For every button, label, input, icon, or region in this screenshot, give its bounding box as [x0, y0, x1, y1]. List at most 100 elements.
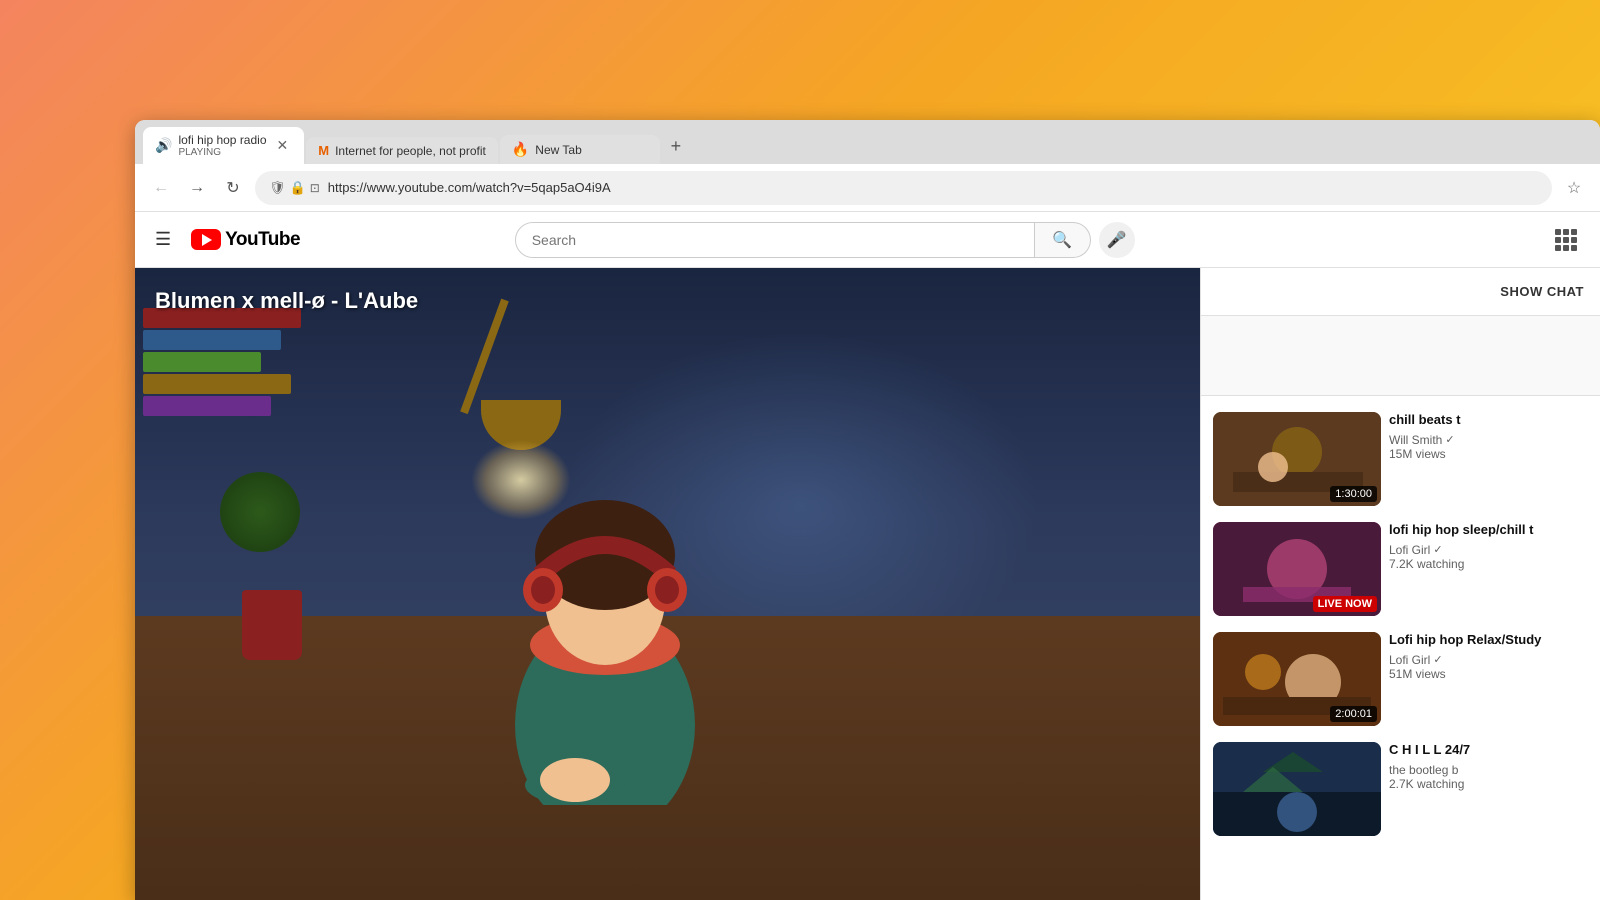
grid-dot-7 — [1555, 245, 1561, 251]
rec-4-title: C H I L L 24/7 — [1389, 742, 1588, 759]
show-chat-button[interactable]: SHOW CHAT — [1500, 284, 1584, 299]
tab-mozilla-text: Internet for people, not profit — [335, 144, 486, 158]
tab-lofi-text: lofi hip hop radio PLAYING — [178, 133, 266, 158]
new-tab-button[interactable]: + — [662, 132, 690, 160]
character — [455, 405, 755, 805]
tab-lofi-subtitle: PLAYING — [178, 147, 266, 158]
recommended-item-2[interactable]: LIVE NOW lofi hip hop sleep/chill t Lofi… — [1201, 514, 1600, 624]
bookshelf — [135, 300, 348, 616]
tab-lofi-close[interactable]: ✕ — [273, 135, 293, 156]
search-box — [515, 222, 1035, 258]
rec-4-channel: the bootleg b — [1389, 763, 1588, 777]
voice-search-button[interactable]: 🎤 — [1099, 222, 1135, 258]
tab-lofi-title: lofi hip hop radio — [178, 133, 266, 147]
grid-dot-2 — [1563, 229, 1569, 235]
tab-newtab[interactable]: 🔥 New Tab — [500, 135, 660, 164]
book-5 — [143, 396, 271, 416]
recommended-item-3[interactable]: 2:00:01 Lofi hip hop Relax/Study Lofi Gi… — [1201, 624, 1600, 734]
main-area: Blumen x mell-ø - L'Aube SHOW CHAT — [135, 268, 1600, 900]
url-display: https://www.youtube.com/watch?v=5qap5aO4… — [328, 180, 1538, 195]
rec-thumb-3: 2:00:01 — [1213, 632, 1381, 726]
tab-bar: 🔊 lofi hip hop radio PLAYING ✕ M Interne… — [135, 120, 1600, 164]
rec-3-verified: ✓ — [1433, 653, 1442, 666]
character-svg — [455, 405, 755, 805]
page-content: ☰ YouTube 🔍 🎤 — [135, 212, 1600, 900]
tab-lofi[interactable]: 🔊 lofi hip hop radio PLAYING ✕ — [143, 127, 304, 164]
nav-bar: ← → ↻ 🛡 🔒 ⊡ https://www.youtube.com/watc… — [135, 164, 1600, 212]
bookmark-button[interactable]: ☆ — [1560, 174, 1588, 202]
rec-thumb-1: 1:30:00 — [1213, 412, 1381, 506]
rec-3-duration: 2:00:01 — [1330, 706, 1377, 722]
rec-3-views: 51M views — [1389, 667, 1588, 681]
pip-icon: ⊡ — [310, 181, 320, 195]
youtube-play-triangle — [202, 234, 212, 246]
rec-2-title: lofi hip hop sleep/chill t — [1389, 522, 1588, 539]
tab-newtab-title: New Tab — [535, 143, 648, 157]
recommended-list: 1:30:00 chill beats t Will Smith ✓ 15M v… — [1201, 396, 1600, 900]
rec-thumb-2: LIVE NOW — [1213, 522, 1381, 616]
apps-button[interactable] — [1548, 222, 1584, 258]
youtube-logo[interactable]: YouTube — [191, 229, 300, 251]
chat-placeholder-area — [1201, 316, 1600, 396]
grid-icon — [1555, 229, 1577, 251]
rec-1-views: 15M views — [1389, 447, 1588, 461]
address-security-icons: 🛡 🔒 ⊡ — [269, 180, 320, 196]
lock-icon: 🔒 — [290, 180, 306, 196]
rec-1-verified: ✓ — [1445, 433, 1454, 446]
rec-1-title: chill beats t — [1389, 412, 1588, 429]
search-container: 🔍 🎤 — [515, 222, 1135, 258]
sidebar: SHOW CHAT — [1200, 268, 1600, 900]
header-actions — [1548, 222, 1584, 258]
grid-dot-3 — [1571, 229, 1577, 235]
video-title-overlay: Blumen x mell-ø - L'Aube — [155, 288, 418, 314]
recommended-item-4[interactable]: C H I L L 24/7 the bootleg b 2.7K watchi… — [1201, 734, 1600, 844]
search-input[interactable] — [532, 232, 1018, 248]
rec-3-title: Lofi hip hop Relax/Study — [1389, 632, 1588, 649]
grid-dot-4 — [1555, 237, 1561, 243]
rec-2-views: 7.2K watching — [1389, 557, 1588, 571]
recommended-item-1[interactable]: 1:30:00 chill beats t Will Smith ✓ 15M v… — [1201, 404, 1600, 514]
rec-2-live-badge: LIVE NOW — [1313, 596, 1377, 612]
grid-dot-5 — [1563, 237, 1569, 243]
tab-lofi-favicon: 🔊 — [155, 137, 172, 154]
lamp-arm — [460, 298, 509, 413]
video-thumbnail: Blumen x mell-ø - L'Aube — [135, 268, 1200, 900]
rec-1-info: chill beats t Will Smith ✓ 15M views — [1389, 412, 1588, 461]
browser-window: 🔊 lofi hip hop radio PLAYING ✕ M Interne… — [135, 120, 1600, 900]
book-2 — [143, 330, 281, 350]
tab-mozilla[interactable]: M Internet for people, not profit — [306, 137, 498, 164]
forward-button[interactable]: → — [183, 174, 211, 202]
book-4 — [143, 374, 291, 394]
youtube-header: ☰ YouTube 🔍 🎤 — [135, 212, 1600, 268]
tab-mozilla-favicon: M — [318, 143, 329, 158]
rec-1-channel: Will Smith ✓ — [1389, 433, 1588, 447]
microphone-icon: 🎤 — [1107, 230, 1127, 250]
show-chat-bar: SHOW CHAT — [1201, 268, 1600, 316]
grid-dot-9 — [1571, 245, 1577, 251]
tab-mozilla-title: Internet for people, not profit — [335, 144, 486, 158]
hamburger-menu-button[interactable]: ☰ — [151, 225, 175, 254]
search-icon: 🔍 — [1052, 230, 1072, 250]
rec-2-channel: Lofi Girl ✓ — [1389, 543, 1588, 557]
rec-3-info: Lofi hip hop Relax/Study Lofi Girl ✓ 51M… — [1389, 632, 1588, 681]
rec-4-views: 2.7K watching — [1389, 777, 1588, 791]
youtube-wordmark: YouTube — [225, 229, 300, 251]
grid-dot-6 — [1571, 237, 1577, 243]
rec-4-info: C H I L L 24/7 the bootleg b 2.7K watchi… — [1389, 742, 1588, 791]
video-section[interactable]: Blumen x mell-ø - L'Aube — [135, 268, 1200, 900]
grid-dot-1 — [1555, 229, 1561, 235]
rec-thumb-4 — [1213, 742, 1381, 836]
search-button[interactable]: 🔍 — [1035, 222, 1091, 258]
back-button[interactable]: ← — [147, 174, 175, 202]
rec-2-verified: ✓ — [1433, 543, 1442, 556]
shield-icon: 🛡 — [269, 180, 286, 196]
plant-pot — [242, 590, 302, 660]
video-title-text: Blumen x mell-ø - L'Aube — [155, 288, 418, 313]
refresh-button[interactable]: ↻ — [219, 174, 247, 202]
rec-2-info: lofi hip hop sleep/chill t Lofi Girl ✓ 7… — [1389, 522, 1588, 571]
book-3 — [143, 352, 261, 372]
address-bar[interactable]: 🛡 🔒 ⊡ https://www.youtube.com/watch?v=5q… — [255, 171, 1552, 205]
tab-newtab-favicon: 🔥 — [512, 141, 529, 158]
youtube-icon — [191, 229, 221, 250]
rec-1-duration: 1:30:00 — [1330, 486, 1377, 502]
